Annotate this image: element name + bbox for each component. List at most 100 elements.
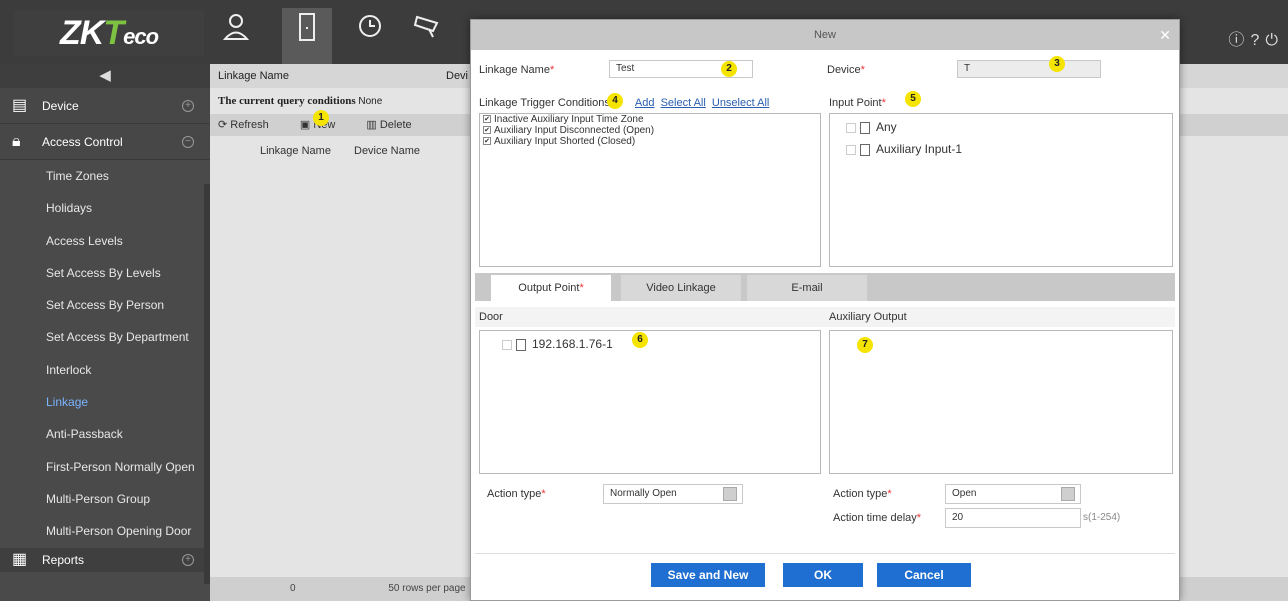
- sidebar-item-set-access-by-levels[interactable]: Set Access By Levels: [0, 257, 210, 289]
- expand-icon[interactable]: +: [182, 553, 194, 566]
- power-icon[interactable]: ⏻: [1265, 32, 1284, 49]
- delete-button[interactable]: ▥ Delete: [366, 119, 425, 131]
- trigger-label: Auxiliary Input Disconnected (Open): [494, 125, 655, 136]
- top-right-icons: ⓘ?⏻: [1228, 26, 1284, 50]
- rows-per-page[interactable]: 50 rows per page: [388, 583, 465, 594]
- filter-linkage-name-label: Linkage Name: [218, 70, 289, 82]
- query-value: None: [358, 96, 383, 107]
- logo-suffix: eco: [123, 24, 159, 49]
- refresh-label: Refresh: [230, 119, 269, 131]
- callout-badge-4: 4: [607, 93, 623, 109]
- trigger-conditions-list: ✔ Inactive Auxiliary Input Time Zone ✔ Aux…: [479, 113, 821, 267]
- sidebar-item-time-zones[interactable]: Time Zones: [0, 160, 210, 192]
- cancel-button[interactable]: Cancel: [877, 563, 971, 587]
- sidebar-section-label: Reports: [42, 552, 85, 567]
- sidebar-item-interlock[interactable]: Interlock: [0, 354, 210, 386]
- close-icon[interactable]: ✕: [1159, 20, 1171, 50]
- sidebar-item-first-person-normally-open[interactable]: First-Person Normally Open: [0, 451, 210, 483]
- tree-item-any[interactable]: Any: [846, 116, 1172, 138]
- select-all-link[interactable]: Select All: [661, 97, 706, 109]
- document-icon: [860, 143, 870, 156]
- column-linkage-name[interactable]: Linkage Name: [260, 145, 331, 157]
- sidebar-item-set-access-by-department[interactable]: Set Access By Department: [0, 321, 210, 353]
- ok-button[interactable]: OK: [783, 563, 863, 587]
- tree-item-auxiliary-input-1[interactable]: Auxiliary Input-1: [846, 138, 1172, 160]
- label-text: Linkage Name: [479, 64, 550, 76]
- sidebar-item-linkage[interactable]: Linkage: [0, 386, 210, 418]
- action-time-delay-unit: s(1-254): [1083, 512, 1121, 523]
- dropdown-icon[interactable]: [1061, 487, 1075, 501]
- callout-badge-1: 1: [313, 110, 329, 126]
- list-item[interactable]: ✔ Inactive Auxiliary Input Time Zone: [480, 114, 820, 125]
- checkbox-icon[interactable]: ✔: [483, 137, 491, 146]
- checkbox[interactable]: [846, 144, 856, 155]
- tree-item-label: 192.168.1.76-1: [532, 337, 613, 351]
- checkbox[interactable]: [502, 339, 512, 350]
- add-trigger-link[interactable]: Add: [635, 97, 655, 109]
- sidebar-item-holidays[interactable]: Holidays: [0, 192, 210, 224]
- document-icon: [516, 338, 526, 351]
- label-text: Action time delay: [833, 512, 917, 524]
- help-icon[interactable]: ?: [1250, 32, 1265, 49]
- dropdown-icon[interactable]: [723, 487, 737, 501]
- column-device-name[interactable]: Device Name: [354, 145, 420, 157]
- list-item[interactable]: ✔ Auxiliary Input Shorted (Closed): [480, 136, 820, 147]
- callout-badge-7: 7: [857, 337, 873, 353]
- sidebar-item-access-levels[interactable]: Access Levels: [0, 225, 210, 257]
- collapse-sidebar-icon[interactable]: ◀: [0, 64, 210, 88]
- lock-icon: 🔒︎: [12, 133, 21, 150]
- clock-icon[interactable]: [348, 12, 392, 52]
- tab-label: Output Point: [518, 282, 580, 294]
- dialog-title-bar: New ✕: [471, 20, 1179, 50]
- footer-divider: [475, 553, 1175, 554]
- device-icon: ▤: [12, 97, 28, 114]
- sidebar-item-multi-person-group[interactable]: Multi-Person Group: [0, 483, 210, 515]
- sidebar-section-reports[interactable]: ▦ Reports +: [0, 547, 210, 572]
- checkbox-icon[interactable]: ✔: [483, 126, 491, 135]
- label-text: Action type: [487, 488, 542, 500]
- door-action-type-label: Action type*: [487, 488, 546, 500]
- trigger-conditions-label: Linkage Trigger Conditions: [479, 97, 610, 109]
- logo-prefix: ZK: [59, 14, 104, 52]
- sidebar-item-set-access-by-person[interactable]: Set Access By Person: [0, 289, 210, 321]
- save-and-new-button[interactable]: Save and New: [651, 563, 765, 587]
- checkbox-icon[interactable]: ✔: [483, 115, 491, 124]
- sidebar-section-label: Device: [42, 99, 79, 113]
- door-action-type-select[interactable]: Normally Open: [603, 484, 743, 504]
- input-point-tree: Any Auxiliary Input-1: [829, 113, 1173, 267]
- sidebar-item-multi-person-opening-door[interactable]: Multi-Person Opening Door: [0, 515, 210, 547]
- reports-icon: ▦: [12, 550, 28, 568]
- tree-item-door[interactable]: 192.168.1.76-1: [502, 333, 820, 355]
- auxiliary-output-section-header: Auxiliary Output: [825, 307, 1175, 327]
- expand-icon[interactable]: +: [182, 100, 194, 112]
- callout-badge-5: 5: [905, 91, 921, 107]
- action-time-delay-input[interactable]: 20: [945, 508, 1081, 528]
- door-tree: 192.168.1.76-1: [479, 330, 821, 474]
- tab-video-linkage[interactable]: Video Linkage: [621, 275, 741, 301]
- sidebar-section-device[interactable]: ▤ Device +: [0, 88, 210, 124]
- auxiliary-output-tree: [829, 330, 1173, 474]
- query-label: The current query conditions: [218, 95, 356, 107]
- info-icon[interactable]: ⓘ: [1228, 32, 1250, 49]
- document-icon: [860, 121, 870, 134]
- tab-email[interactable]: E-mail: [747, 275, 867, 301]
- refresh-button[interactable]: ⟳ Refresh: [218, 119, 283, 131]
- list-item[interactable]: ✔ Auxiliary Input Disconnected (Open): [480, 125, 820, 136]
- sidebar-section-access-control[interactable]: 🔒︎ Access Control −: [0, 124, 210, 160]
- linkage-name-label: Linkage Name*: [479, 64, 555, 76]
- trigger-label: Inactive Auxiliary Input Time Zone: [494, 114, 644, 125]
- camera-icon[interactable]: [406, 12, 450, 52]
- door-icon[interactable]: [285, 12, 329, 52]
- device-field[interactable]: T: [957, 60, 1101, 78]
- person-icon[interactable]: [214, 12, 258, 52]
- collapse-icon[interactable]: −: [182, 136, 194, 148]
- label-text: Device: [827, 64, 861, 76]
- callout-badge-2: 2: [721, 61, 737, 77]
- page-number: 0: [290, 583, 296, 594]
- tab-output-point[interactable]: Output Point*: [491, 275, 611, 301]
- trigger-conditions-header: Linkage Trigger Conditions Add Select Al…: [479, 97, 769, 109]
- dialog-title: New: [813, 29, 836, 41]
- unselect-all-link[interactable]: Unselect All: [712, 97, 769, 109]
- checkbox[interactable]: [846, 122, 856, 133]
- sidebar-item-anti-passback[interactable]: Anti-Passback: [0, 418, 210, 450]
